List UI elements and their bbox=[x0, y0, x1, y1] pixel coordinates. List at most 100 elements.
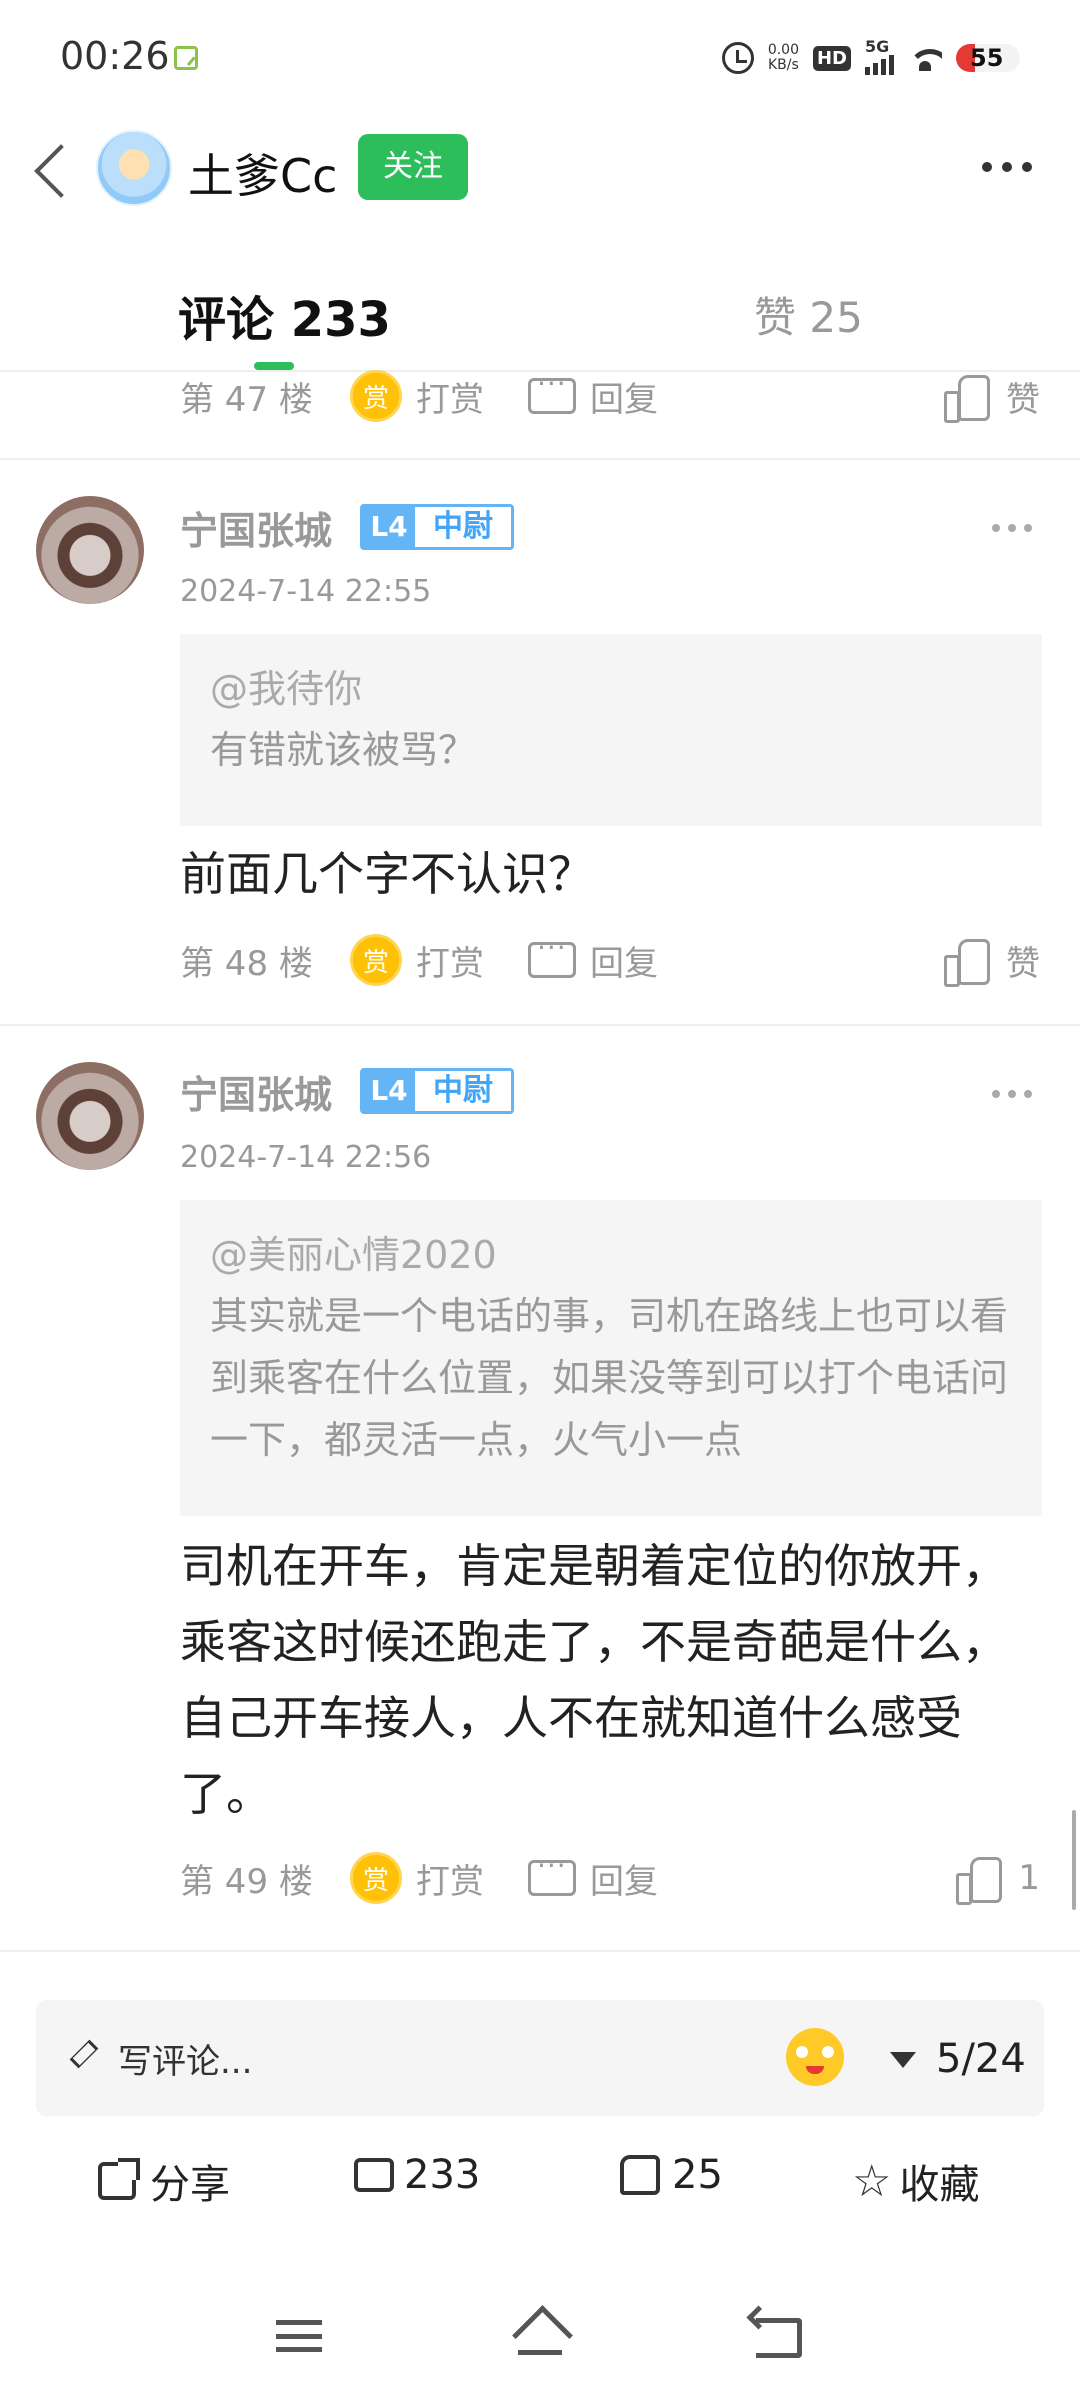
reply-label: 回复 bbox=[590, 943, 658, 984]
comments-button[interactable]: 233 bbox=[354, 2152, 480, 2198]
favorite-label: 收藏 bbox=[899, 2162, 980, 2208]
floor-number: 第 48 楼 bbox=[180, 943, 313, 984]
net-speed: 0.00 KB/s bbox=[768, 43, 799, 73]
user-avatar[interactable] bbox=[96, 130, 172, 206]
home-icon[interactable] bbox=[512, 2314, 568, 2358]
comment-icon bbox=[354, 2158, 394, 2192]
like-count: 1 bbox=[1018, 1858, 1040, 1898]
level-badge: L4 中尉 bbox=[360, 1068, 514, 1114]
reward-label: 打赏 bbox=[416, 943, 484, 984]
signal-label: 5G bbox=[865, 37, 890, 56]
reply-label: 回复 bbox=[590, 1861, 658, 1902]
pencil-icon bbox=[69, 2039, 99, 2069]
reply-icon bbox=[528, 931, 576, 978]
tab-comments[interactable]: 评论 233 bbox=[178, 280, 391, 350]
quoted-text: 其实就是一个电话的事，司机在路线上也可以看到乘客在什么位置，如果没等到可以打个电… bbox=[210, 1294, 1009, 1462]
like-count: 赞 bbox=[1006, 943, 1040, 984]
bottom-panel: 写评论... 5/24 分享 233 25 ☆ 收藏 bbox=[0, 1950, 1080, 2400]
floor-number: 第 47 楼 bbox=[180, 379, 313, 420]
system-nav-bar bbox=[0, 2262, 1080, 2400]
commenter-name[interactable]: 宁国张城 bbox=[180, 500, 332, 555]
rank-label: 中尉 bbox=[415, 1071, 511, 1111]
comment-time: 2024-7-14 22:56 bbox=[180, 1140, 432, 1175]
reward-coin-icon: 赏 bbox=[350, 934, 402, 986]
status-bar: 00:26 0.00 KB/s HD 5G 55 bbox=[0, 0, 1080, 110]
like-button[interactable]: 赞 bbox=[944, 372, 1040, 423]
commenter-avatar[interactable] bbox=[36, 496, 144, 604]
back-icon[interactable] bbox=[30, 140, 70, 200]
reward-coin-icon: 赏 bbox=[350, 370, 402, 422]
quoted-comment[interactable]: @我待你 有错就该被骂？ bbox=[180, 634, 1042, 826]
commenter-name[interactable]: 宁国张城 bbox=[180, 1064, 332, 1119]
scrollbar[interactable] bbox=[1072, 1810, 1076, 1910]
reply-button[interactable]: 回复 bbox=[528, 931, 658, 985]
wifi-icon bbox=[908, 45, 942, 71]
more-icon[interactable] bbox=[982, 162, 1032, 172]
likes-count: 25 bbox=[672, 2152, 723, 2198]
page-indicator[interactable]: 5/24 bbox=[936, 2036, 1026, 2082]
comment-more-icon[interactable] bbox=[992, 524, 1032, 532]
thumb-up-icon bbox=[944, 939, 990, 987]
reward-label: 打赏 bbox=[416, 379, 484, 420]
status-icons: 0.00 KB/s HD 5G 55 bbox=[721, 37, 1020, 78]
signal-icon: 5G bbox=[865, 37, 894, 75]
reply-button[interactable]: 回复 bbox=[528, 367, 658, 421]
follow-button[interactable]: 关注 bbox=[358, 134, 468, 200]
sim-icon bbox=[174, 46, 198, 70]
comment-time: 2024-7-14 22:55 bbox=[180, 574, 432, 609]
page-dropdown-icon[interactable] bbox=[890, 2052, 916, 2068]
reply-button[interactable]: 回复 bbox=[528, 1849, 658, 1903]
tab-bar: 评论 233 赞 25 bbox=[0, 250, 1080, 372]
battery-icon: 55 bbox=[956, 44, 1020, 72]
reward-button[interactable]: 赏 打赏 bbox=[350, 370, 528, 422]
level-label: L4 bbox=[363, 507, 415, 547]
reward-label: 打赏 bbox=[416, 1861, 484, 1902]
favorite-button[interactable]: ☆ 收藏 bbox=[852, 2152, 979, 2210]
reward-button[interactable]: 赏 打赏 bbox=[350, 1852, 528, 1904]
quoted-user[interactable]: @我待你 bbox=[210, 658, 1012, 713]
comment-actions: 第 49 楼 赏 打赏 回复 1 bbox=[180, 1848, 1040, 1908]
comment-placeholder: 写评论... bbox=[118, 2042, 253, 2082]
comment-body: 前面几个字不认识？ bbox=[180, 847, 594, 901]
share-icon bbox=[98, 2158, 140, 2200]
level-label: L4 bbox=[363, 1071, 415, 1111]
alarm-icon bbox=[721, 42, 754, 74]
reward-coin-icon: 赏 bbox=[350, 1852, 402, 1904]
commenter-avatar[interactable] bbox=[36, 1062, 144, 1170]
level-badge: L4 中尉 bbox=[360, 504, 514, 550]
star-icon: ☆ bbox=[852, 2155, 892, 2207]
menu-icon[interactable] bbox=[276, 2320, 322, 2352]
quoted-user[interactable]: @美丽心情2020 bbox=[210, 1224, 1012, 1279]
reply-icon bbox=[528, 367, 576, 414]
comment-actions: 第 47 楼 赏 打赏 回复 赞 bbox=[180, 366, 1040, 426]
divider bbox=[0, 1024, 1080, 1026]
battery-level: 55 bbox=[970, 44, 1004, 72]
reply-icon bbox=[528, 1849, 576, 1896]
comments-count: 233 bbox=[404, 2152, 481, 2198]
share-label: 分享 bbox=[150, 2162, 230, 2208]
rank-label: 中尉 bbox=[415, 507, 511, 547]
share-button[interactable]: 分享 bbox=[98, 2152, 230, 2210]
hd-icon: HD bbox=[812, 45, 851, 71]
thumb-up-icon bbox=[944, 375, 990, 423]
username[interactable]: 土爹Cc bbox=[188, 140, 337, 206]
reward-button[interactable]: 赏 打赏 bbox=[350, 934, 528, 986]
back-nav-icon[interactable] bbox=[756, 2318, 802, 2358]
top-header: 土爹Cc 关注 bbox=[0, 120, 1080, 230]
thumb-up-icon bbox=[620, 2155, 660, 2195]
reply-label: 回复 bbox=[590, 379, 658, 420]
floor-number: 第 49 楼 bbox=[180, 1861, 313, 1902]
emoji-icon[interactable] bbox=[786, 2028, 844, 2086]
action-bar: 分享 233 25 ☆ 收藏 bbox=[0, 2142, 1080, 2222]
divider bbox=[0, 458, 1080, 460]
thumb-up-icon bbox=[956, 1857, 1003, 1905]
comment-input[interactable]: 写评论... 5/24 bbox=[36, 2000, 1044, 2116]
net-speed-unit: KB/s bbox=[768, 57, 799, 73]
like-button[interactable]: 1 bbox=[956, 1857, 1040, 1905]
like-count: 赞 bbox=[1006, 379, 1040, 420]
comment-more-icon[interactable] bbox=[992, 1090, 1032, 1098]
like-post-button[interactable]: 25 bbox=[620, 2152, 723, 2198]
quoted-comment[interactable]: @美丽心情2020 其实就是一个电话的事，司机在路线上也可以看到乘客在什么位置，… bbox=[180, 1200, 1042, 1516]
tab-likes[interactable]: 赞 25 bbox=[754, 284, 863, 345]
like-button[interactable]: 赞 bbox=[944, 936, 1040, 987]
